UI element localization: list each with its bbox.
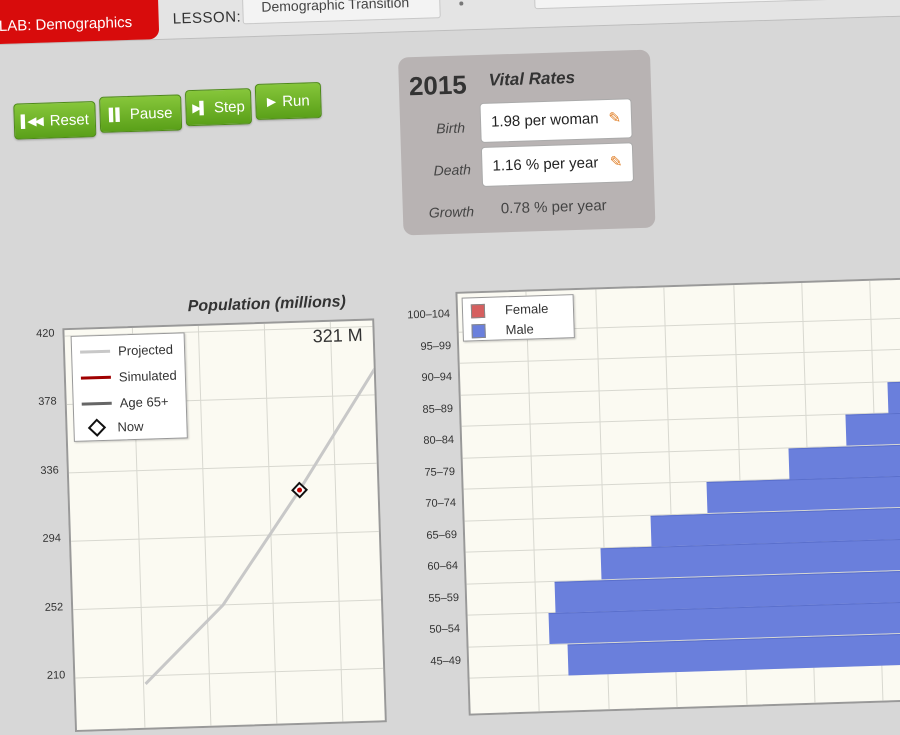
y-tick-label: 210	[46, 669, 66, 682]
age-group-label: 80–84	[423, 433, 455, 447]
grid-line	[525, 291, 540, 712]
age-group-label: 90–94	[421, 370, 453, 384]
legend-now: Now	[87, 418, 144, 437]
male-bar	[788, 443, 900, 479]
age-group-label: 55–59	[428, 591, 460, 605]
death-rate-value: 1.16 % per year	[492, 154, 599, 175]
birth-rate-value: 1.98 per woman	[490, 110, 599, 131]
lab-tab[interactable]: LAB: Demographics	[0, 0, 160, 46]
lesson-select-value: Demographic Transition	[261, 0, 410, 15]
step-button[interactable]: ▶▌ Step	[184, 88, 253, 127]
birth-label: Birth	[435, 119, 466, 137]
run-button[interactable]: ▶ Run	[254, 81, 322, 121]
age-group-label: 45–49	[430, 654, 462, 668]
pencil-icon[interactable]: ✎	[610, 153, 623, 171]
death-rate-field[interactable]: 1.16 % per year ✎	[480, 142, 635, 187]
grid-line	[197, 325, 212, 726]
grid-line	[263, 323, 278, 724]
age-pyramid-chart: Female Male	[455, 276, 900, 716]
vital-rates-title: Vital Rates	[488, 67, 576, 90]
current-population: 321 M	[312, 324, 364, 347]
age-group-label: 50–54	[429, 622, 461, 636]
legend-label: Projected	[117, 341, 174, 359]
birth-rate-field[interactable]: 1.98 per woman ✎	[479, 98, 633, 143]
male-bar	[887, 380, 900, 413]
legend-label: Female	[504, 300, 549, 318]
play-icon: ▶	[266, 94, 275, 109]
male-swatch	[471, 323, 486, 338]
y-tick-label: 252	[44, 600, 64, 614]
legend-label: Simulated	[118, 367, 177, 385]
growth-label: Growth	[428, 203, 475, 221]
age-group-label: 65–69	[426, 528, 458, 542]
projected-swatch	[80, 349, 111, 354]
population-chart: 321 M Projected Simulated Age 65+ Now	[62, 318, 387, 733]
grid-line	[71, 531, 379, 542]
y-tick-label: 378	[38, 395, 57, 409]
legend-projected: Projected	[80, 342, 173, 360]
legend-label: Age 65+	[119, 393, 169, 411]
lesson-label: LESSON:	[172, 8, 242, 28]
lab-tab-label: LAB: Demographics	[0, 13, 133, 36]
population-chart-title: Population (millions)	[187, 293, 347, 316]
pencil-icon[interactable]: ✎	[608, 109, 621, 127]
legend-male: Male	[471, 321, 534, 338]
age-group-label: 70–74	[425, 496, 457, 510]
grid-line	[459, 348, 900, 364]
diamond-icon	[87, 418, 107, 437]
grid-line	[75, 667, 384, 679]
y-tick-label: 294	[42, 532, 62, 546]
age-group-label: 85–89	[422, 402, 454, 416]
age65-swatch	[81, 401, 112, 406]
step-icon: ▶▌	[191, 100, 207, 116]
pause-button[interactable]: ▌▌ Pause	[99, 94, 183, 133]
population-legend: Projected Simulated Age 65+ Now	[70, 332, 188, 442]
male-bar	[706, 474, 900, 514]
y-tick-label: 336	[40, 464, 59, 477]
age-group-label: 100–104	[407, 308, 451, 322]
age-group-label: 60–64	[427, 559, 459, 573]
step-label: Step	[213, 97, 246, 116]
pause-label: Pause	[129, 104, 173, 123]
growth-value: 0.78 % per year	[500, 197, 607, 218]
grid-line	[329, 321, 344, 722]
simulated-swatch	[80, 375, 111, 380]
grid-line	[461, 411, 900, 427]
legend-age65: Age 65+	[81, 393, 169, 412]
y-tick-label: 420	[35, 327, 55, 341]
female-swatch	[470, 303, 486, 318]
age-group-label: 95–99	[420, 339, 452, 353]
grid-line	[460, 379, 900, 396]
reset-label: Reset	[49, 110, 90, 129]
legend-label: Now	[117, 418, 144, 435]
legend-simulated: Simulated	[80, 367, 177, 386]
year-display: 2015	[408, 69, 468, 102]
death-label: Death	[433, 161, 472, 179]
reset-button[interactable]: ▌◀◀ Reset	[13, 101, 97, 140]
age-group-label: 75–79	[424, 465, 456, 479]
male-bar	[845, 411, 900, 446]
grid-line	[68, 462, 377, 474]
skip-back-icon: ▌◀◀	[20, 113, 42, 129]
run-label: Run	[281, 91, 310, 110]
pause-icon: ▌▌	[108, 107, 123, 122]
legend-female: Female	[470, 300, 549, 318]
pyramid-legend: Female Male	[461, 294, 575, 342]
vital-rates-panel: 2015 Vital Rates Birth 1.98 per woman ✎ …	[398, 49, 656, 236]
legend-label: Male	[505, 321, 535, 338]
